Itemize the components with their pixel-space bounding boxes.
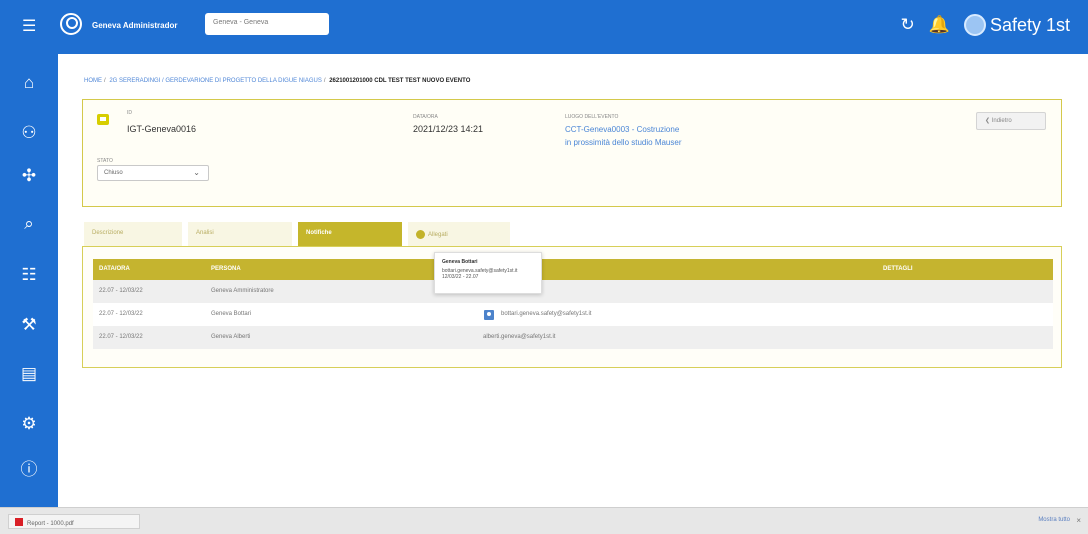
document-icon[interactable]: ▤ bbox=[0, 357, 58, 391]
show-all-link[interactable]: Mostra tutto bbox=[1038, 517, 1070, 523]
top-navigation-bar: ☰ Geneva Administrador Geneva - Geneva ↻… bbox=[0, 0, 1088, 54]
date-label: DATA/ORA bbox=[413, 114, 438, 120]
notification-bell-icon[interactable]: 🔔 bbox=[929, 10, 950, 40]
download-file-name: Report - 1000.pdf bbox=[27, 521, 74, 527]
event-id: IGT-Geneva0016 bbox=[127, 124, 197, 134]
header-date[interactable]: DATA/ORA bbox=[99, 266, 130, 272]
row-detail: alberti.geneva@safety1st.it bbox=[483, 334, 556, 340]
event-date: 2021/12/23 14:21 bbox=[413, 124, 484, 134]
header-person[interactable]: PERSONA bbox=[211, 266, 241, 272]
event-summary-card: ID IGT-Geneva0016 STATO Chiuso ⌄ DATA/OR… bbox=[82, 99, 1062, 207]
table-row[interactable]: 22.07 - 12/03/22 Geneva Amministratore bbox=[93, 280, 1053, 303]
row-date: 22.07 - 12/03/22 bbox=[99, 334, 143, 340]
company-select[interactable]: Geneva - Geneva bbox=[205, 13, 329, 35]
tab-analysis[interactable]: Analisi bbox=[188, 222, 292, 246]
pdf-icon bbox=[15, 518, 23, 526]
users-icon[interactable]: ⚇ bbox=[0, 116, 58, 150]
location-link[interactable]: CCT-Geneva0003 - Costruzione bbox=[565, 125, 679, 134]
safety-1st-logo: Safety 1st bbox=[963, 14, 1070, 36]
tooltip-timestamp: 12/03/22 - 22.07 bbox=[442, 274, 479, 280]
home-icon[interactable]: ⌂ bbox=[0, 66, 58, 100]
user-avatar[interactable] bbox=[60, 13, 82, 35]
notifications-table: DATA/ORA PERSONA DETTAGLI 22.07 - 12/03/… bbox=[93, 259, 1053, 349]
id-label: ID bbox=[127, 110, 132, 116]
back-arrow-icon: ❮ bbox=[985, 118, 992, 124]
megaphone-icon[interactable]: ✣ bbox=[0, 159, 58, 193]
row-person: Geneva Amministratore bbox=[211, 288, 274, 294]
wrench-icon[interactable]: ⚒ bbox=[0, 308, 58, 342]
main-content: HOME/ 2G SERERADINGI / GERDEVARIONE DI P… bbox=[58, 54, 1088, 507]
list-icon[interactable]: ☷ bbox=[0, 258, 58, 292]
menu-icon[interactable]: ☰ bbox=[22, 19, 36, 35]
download-item[interactable]: Report - 1000.pdf bbox=[8, 514, 140, 529]
user-name[interactable]: Geneva Administrador bbox=[92, 21, 178, 30]
row-detail: bottari.geneva.safety@safety1st.it bbox=[501, 311, 592, 317]
top-right-controls: ↻ 🔔 Safety 1st bbox=[901, 10, 1070, 40]
event-icon bbox=[97, 114, 109, 125]
tab-attachments[interactable]: Allegati bbox=[408, 222, 510, 246]
browser-download-bar: Report - 1000.pdf Mostra tutto × bbox=[0, 507, 1088, 534]
person-tooltip: Geneva Bottari bottari.geneva.safety@saf… bbox=[434, 252, 542, 294]
tab-attachments-label: Allegati bbox=[428, 232, 448, 239]
row-date: 22.07 - 12/03/22 bbox=[99, 288, 143, 294]
settings-icon[interactable]: ⚙ bbox=[0, 407, 58, 441]
back-button[interactable]: ❮ Indietro bbox=[976, 112, 1046, 130]
status-select[interactable]: Chiuso ⌄ bbox=[97, 165, 209, 181]
safety-1st-logo-mark bbox=[963, 14, 986, 36]
tooltip-title: Geneva Bottari bbox=[442, 259, 478, 265]
breadcrumb-current: 2621001201000 CDL TEST TEST NUOVO EVENTO bbox=[329, 78, 471, 84]
left-sidebar: ⌂ ⚇ ✣ ⌕ ☷ ⚒ ▤ ⚙ ⓘ bbox=[0, 54, 58, 507]
breadcrumb-section[interactable]: 2G SERERADINGI / GERDEVARIONE DI PROGETT… bbox=[109, 78, 322, 84]
person-icon[interactable] bbox=[484, 310, 494, 320]
search-icon[interactable]: ⌕ bbox=[0, 207, 58, 241]
tab-description[interactable]: Descrizione bbox=[84, 222, 182, 246]
info-icon[interactable]: ⓘ bbox=[0, 453, 58, 487]
breadcrumb-home[interactable]: HOME bbox=[84, 78, 102, 84]
brand-name: Safety 1st bbox=[989, 14, 1070, 35]
sync-icon[interactable]: ↻ bbox=[901, 10, 915, 40]
back-button-label: Indietro bbox=[991, 118, 1012, 124]
notifications-panel: DATA/ORA PERSONA DETTAGLI 22.07 - 12/03/… bbox=[82, 246, 1062, 368]
status-label: STATO bbox=[97, 158, 113, 164]
status-value: Chiuso bbox=[104, 170, 123, 176]
close-icon[interactable]: × bbox=[1076, 516, 1081, 525]
location-label: LUOGO DELL'EVENTO bbox=[565, 114, 619, 120]
location-detail-link[interactable]: in prossimità dello studio Mauser bbox=[565, 138, 682, 147]
table-header: DATA/ORA PERSONA DETTAGLI bbox=[93, 259, 1053, 280]
tab-notifications[interactable]: Notifiche bbox=[298, 222, 402, 246]
row-person: Geneva Bottari bbox=[211, 311, 252, 317]
breadcrumb: HOME/ 2G SERERADINGI / GERDEVARIONE DI P… bbox=[84, 78, 471, 84]
row-person: Geneva Alberti bbox=[211, 334, 251, 340]
row-date: 22.07 - 12/03/22 bbox=[99, 311, 143, 317]
header-details[interactable]: DETTAGLI bbox=[883, 266, 913, 272]
table-row[interactable]: 22.07 - 12/03/22 Geneva Bottari bottari.… bbox=[93, 303, 1053, 326]
chevron-down-icon: ⌄ bbox=[193, 168, 200, 177]
attachment-count-badge bbox=[416, 230, 425, 239]
table-row[interactable]: 22.07 - 12/03/22 Geneva Alberti alberti.… bbox=[93, 326, 1053, 349]
